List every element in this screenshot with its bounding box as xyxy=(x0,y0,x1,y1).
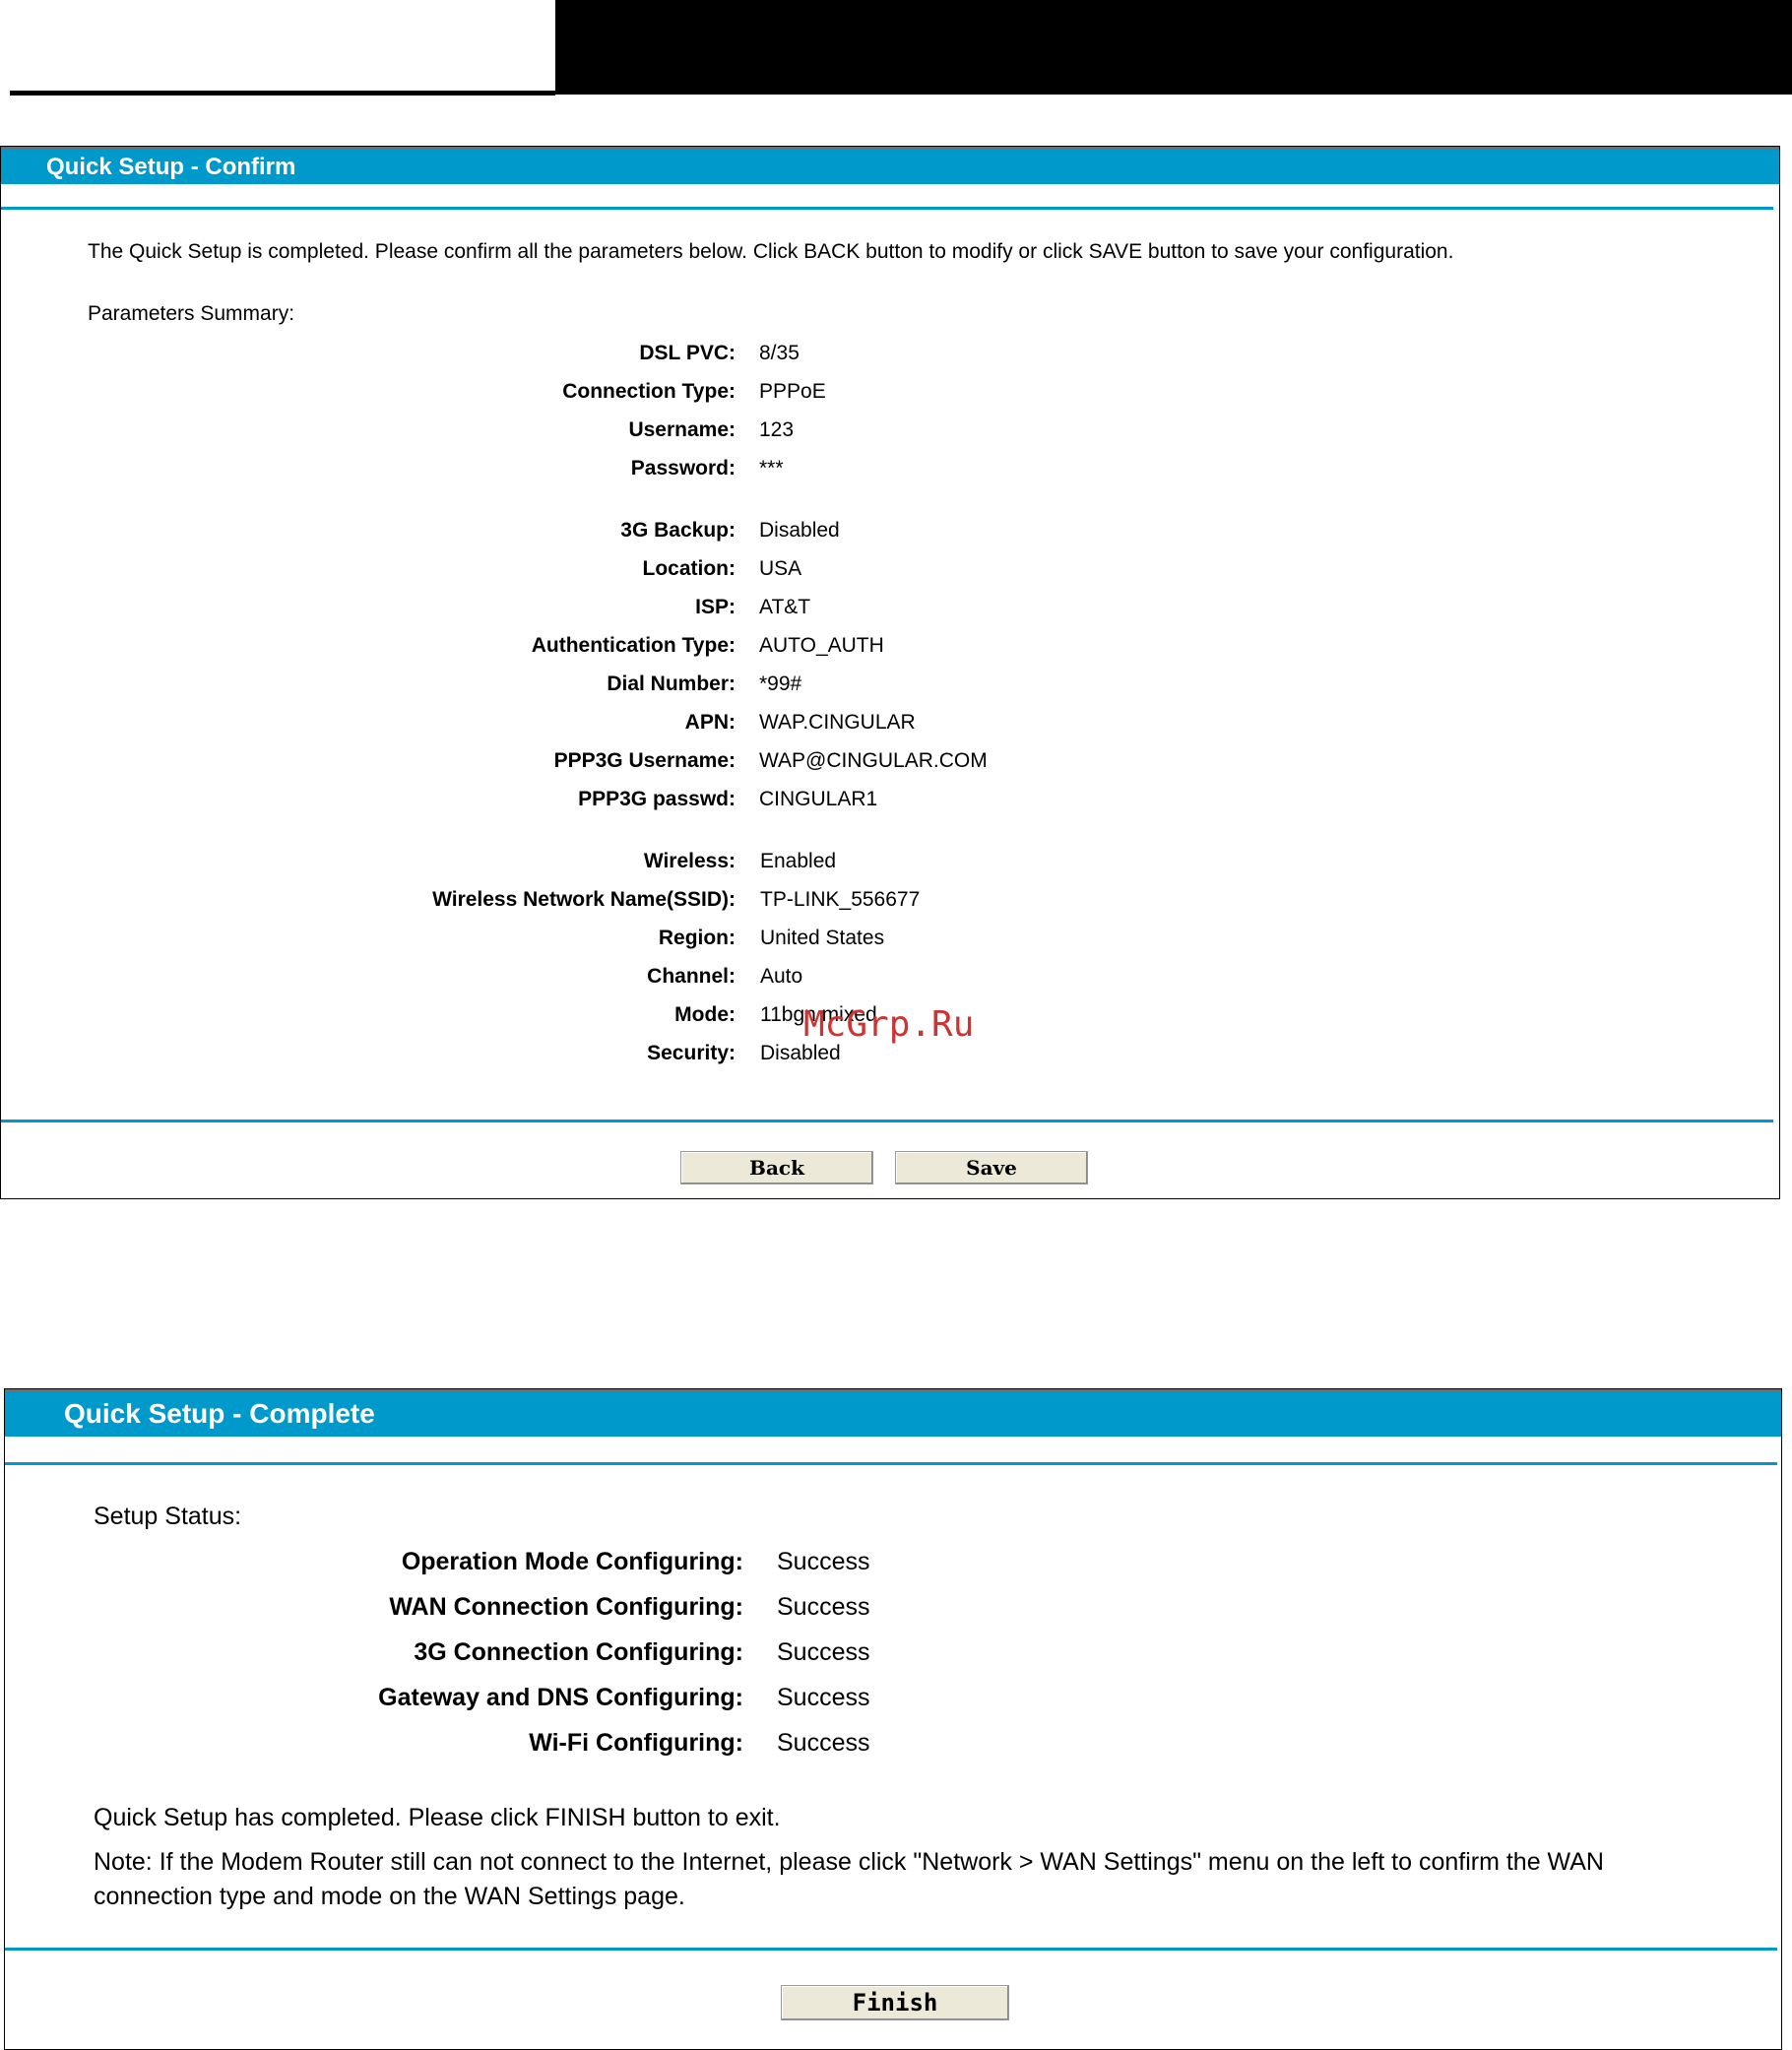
note-line-2: connection type and mode on the WAN Sett… xyxy=(94,1883,685,1910)
param-value: AUTO_AUTH xyxy=(759,634,884,657)
param-label: Username: xyxy=(628,418,736,441)
param-label: Channel: xyxy=(647,965,736,988)
finish-button[interactable]: Finish xyxy=(781,1985,1009,2020)
status-label: Wi-Fi Configuring: xyxy=(529,1729,743,1757)
param-label: Connection Type: xyxy=(562,380,736,403)
header-black-bar xyxy=(555,0,1792,95)
param-label: Region: xyxy=(658,927,736,949)
param-value: 123 xyxy=(759,418,795,441)
status-label: Gateway and DNS Configuring: xyxy=(378,1684,743,1711)
status-value: Success xyxy=(777,1548,870,1575)
param-value: 8/35 xyxy=(759,342,800,364)
status-label: 3G Connection Configuring: xyxy=(414,1638,743,1666)
param-label: APN: xyxy=(684,711,736,734)
param-label: 3G Backup: xyxy=(620,519,736,542)
param-value: Disabled xyxy=(760,1042,841,1064)
param-value: Auto xyxy=(760,965,803,988)
param-value: TP-LINK_556677 xyxy=(760,888,921,911)
param-value: AT&T xyxy=(759,596,811,618)
param-label: DSL PVC: xyxy=(639,342,736,364)
status-label: WAN Connection Configuring: xyxy=(389,1593,743,1621)
param-value: Enabled xyxy=(760,850,837,872)
param-value: WAP@CINGULAR.COM xyxy=(759,749,988,772)
param-label: Security: xyxy=(647,1042,736,1064)
status-value: Success xyxy=(777,1638,870,1666)
param-label: PPP3G Username: xyxy=(553,749,736,772)
finish-instruction: Quick Setup has completed. Please click … xyxy=(94,1804,781,1831)
param-value: USA xyxy=(759,557,802,580)
status-value: Success xyxy=(777,1593,870,1621)
status-value: Success xyxy=(777,1684,870,1711)
param-label: Mode: xyxy=(674,1003,736,1026)
param-label: Dial Number: xyxy=(607,673,736,695)
param-value: United States xyxy=(760,927,885,949)
save-button[interactable]: Save xyxy=(895,1151,1088,1185)
confirm-bottom-rule xyxy=(1,1120,1773,1122)
header-underline xyxy=(10,91,555,96)
note-line-1: Note: If the Modem Router still can not … xyxy=(94,1848,1604,1876)
param-label: Wireless: xyxy=(643,850,736,872)
complete-panel: Quick Setup - Complete Setup Status: Ope… xyxy=(4,1388,1782,2050)
param-value: PPPoE xyxy=(759,380,826,403)
param-label: ISP: xyxy=(695,596,736,618)
complete-bottom-rule xyxy=(5,1948,1777,1951)
param-label: Location: xyxy=(642,557,736,580)
watermark: McGrp.Ru xyxy=(803,1004,975,1045)
status-value: Success xyxy=(777,1729,870,1757)
param-label: Password: xyxy=(630,457,736,480)
back-button[interactable]: Back xyxy=(680,1151,873,1185)
param-value: *99# xyxy=(759,673,802,695)
param-label: Authentication Type: xyxy=(531,634,736,657)
param-value: WAP.CINGULAR xyxy=(759,711,916,734)
param-value: *** xyxy=(759,457,784,480)
param-label: PPP3G passwd: xyxy=(578,788,736,810)
param-label: Wireless Network Name(SSID): xyxy=(432,888,736,911)
param-value: Disabled xyxy=(759,519,840,542)
status-label: Operation Mode Configuring: xyxy=(401,1548,743,1575)
param-value: CINGULAR1 xyxy=(759,788,878,810)
